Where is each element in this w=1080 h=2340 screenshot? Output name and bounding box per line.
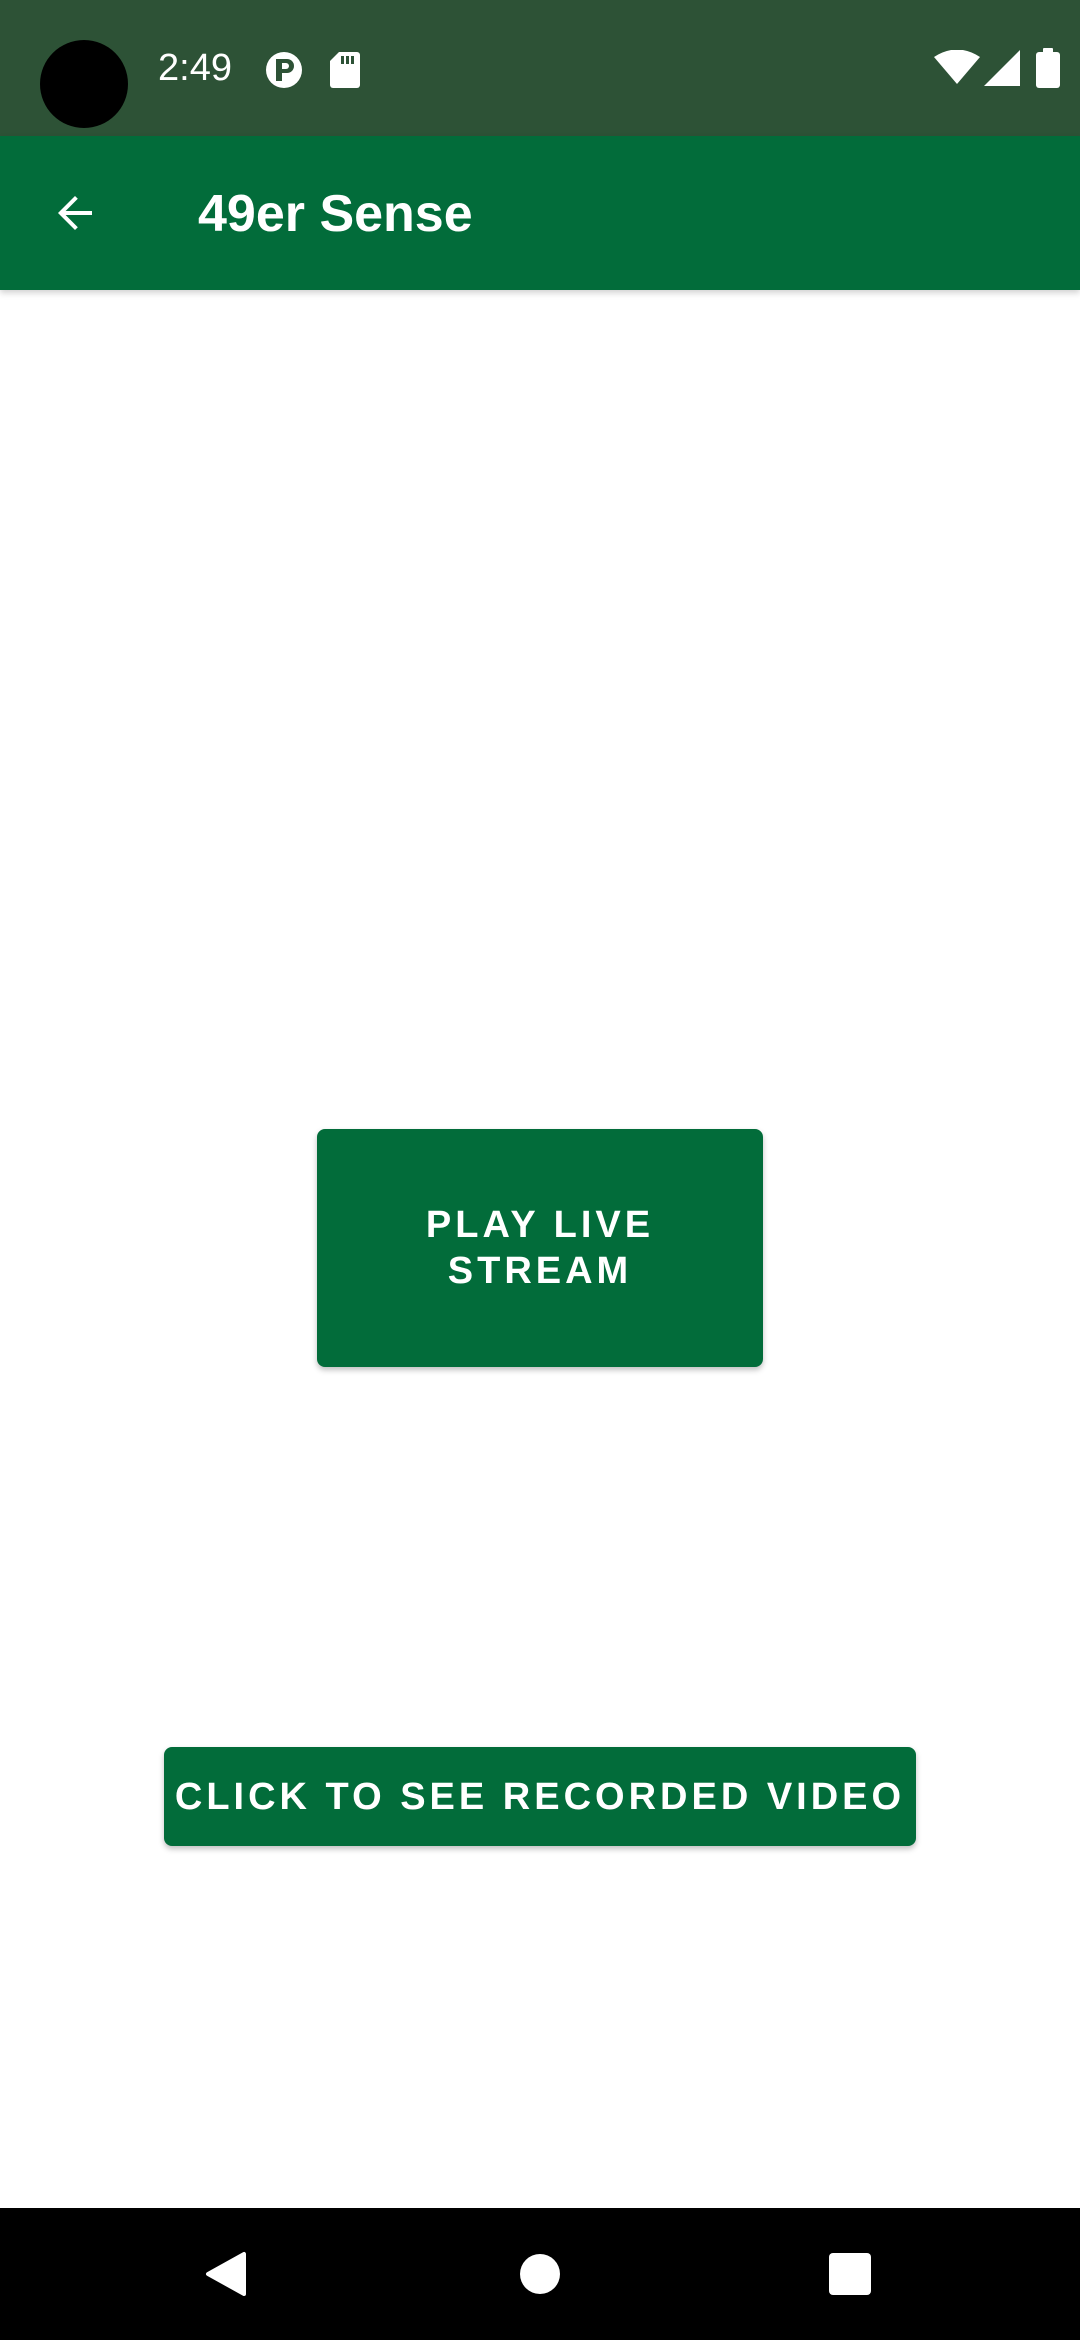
- recorded-video-label: CLICK TO SEE RECORDED VIDEO: [174, 1775, 906, 1818]
- signal-icon: [984, 50, 1020, 86]
- navigation-bar: [0, 2208, 1080, 2340]
- status-time: 2:49: [158, 47, 232, 89]
- page-title: 49er Sense: [198, 185, 473, 243]
- recents-square-icon: [829, 2253, 871, 2295]
- sd-card-icon: [330, 52, 360, 88]
- camera-cutout: [40, 40, 128, 128]
- nav-back-button[interactable]: [146, 2208, 306, 2340]
- app-bar: 49er Sense: [0, 136, 1080, 290]
- play-live-stream-label: PLAY LIVE STREAM: [425, 1204, 655, 1292]
- p-notification-icon: [266, 52, 302, 88]
- arrow-back-icon: [58, 196, 92, 230]
- wifi-icon: [934, 50, 980, 84]
- home-circle-icon: [520, 2254, 560, 2294]
- nav-home-button[interactable]: [460, 2208, 620, 2340]
- status-bar: 2:49: [0, 0, 1080, 136]
- screen: 2:49 49er Sense PLAY LIVE STREAM CLICK T…: [0, 0, 1080, 2340]
- back-button[interactable]: [28, 167, 124, 259]
- play-live-stream-button[interactable]: PLAY LIVE STREAM: [317, 1129, 763, 1367]
- back-triangle-icon: [206, 2252, 246, 2296]
- nav-recents-button[interactable]: [770, 2208, 930, 2340]
- battery-icon: [1036, 48, 1060, 88]
- recorded-video-button[interactable]: CLICK TO SEE RECORDED VIDEO: [164, 1747, 916, 1846]
